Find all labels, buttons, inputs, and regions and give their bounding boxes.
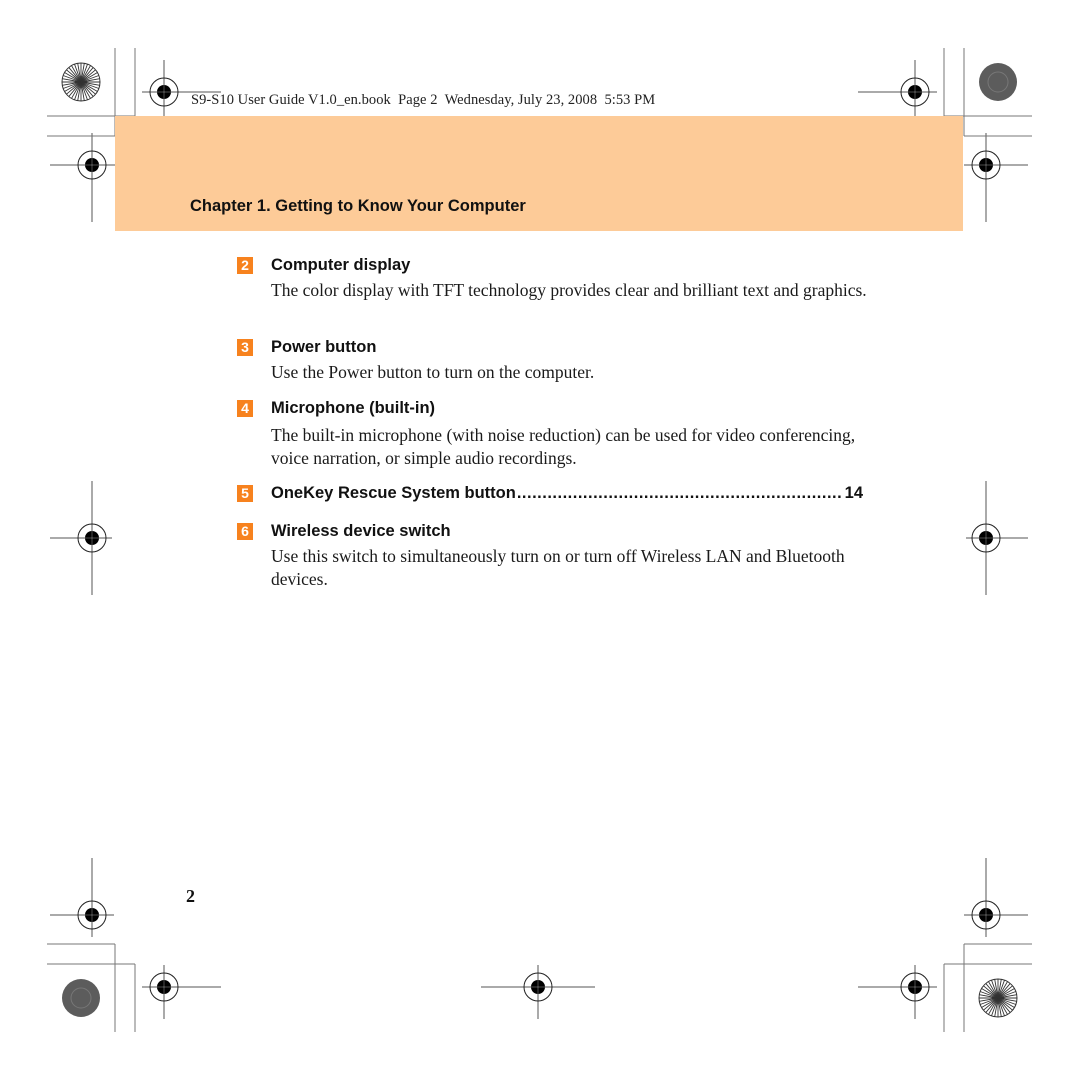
starburst-circle-icon xyxy=(61,62,101,102)
item-number-badge: 4 xyxy=(237,400,253,417)
item-title: Power button xyxy=(271,338,377,356)
item-description: Use the Power button to turn on the comp… xyxy=(271,362,595,382)
item-description: Use this switch to simultaneously turn o… xyxy=(271,546,845,589)
item-title: Wireless device switch xyxy=(271,522,451,540)
crosshair-target-icon xyxy=(481,965,595,1019)
item-title: Microphone (built-in) xyxy=(271,399,436,417)
item-number-badge: 6 xyxy=(237,523,253,540)
item-description: The color display with TFT technology pr… xyxy=(271,280,867,300)
crosshair-target-icon xyxy=(50,133,124,222)
item-number-badge: 5 xyxy=(237,485,253,502)
crosshair-target-icon xyxy=(858,60,937,124)
chapter-title: Chapter 1. Getting to Know Your Computer xyxy=(190,197,526,215)
print-header: S9-S10 User Guide V1.0_en.book Page 2 We… xyxy=(191,92,656,108)
crosshair-target-icon xyxy=(858,965,937,1019)
leader-dots xyxy=(517,483,841,503)
crosshair-target-icon xyxy=(966,481,1028,595)
item-number-badge: 3 xyxy=(237,339,253,356)
item-title: OneKey Rescue System button xyxy=(271,484,516,502)
gray-dot-circle-icon xyxy=(979,63,1017,101)
item-number-badge: 2 xyxy=(237,257,253,274)
crosshair-target-icon xyxy=(964,858,1028,937)
crosshair-target-icon xyxy=(50,481,112,595)
item-title: Computer display xyxy=(271,256,411,274)
page-number: 2 xyxy=(186,886,195,906)
crosshair-target-icon xyxy=(50,858,114,937)
page-reference[interactable]: 14 xyxy=(845,483,863,503)
crosshair-target-icon xyxy=(142,965,221,1019)
toc-entry[interactable]: OneKey Rescue System button 14 xyxy=(271,483,863,503)
chapter-band: Chapter 1. Getting to Know Your Computer xyxy=(115,116,963,231)
starburst-circle-icon xyxy=(978,978,1018,1018)
item-description: The built-in microphone (with noise redu… xyxy=(271,425,856,468)
gray-dot-circle-icon xyxy=(62,979,100,1017)
crosshair-target-icon xyxy=(964,133,1028,222)
